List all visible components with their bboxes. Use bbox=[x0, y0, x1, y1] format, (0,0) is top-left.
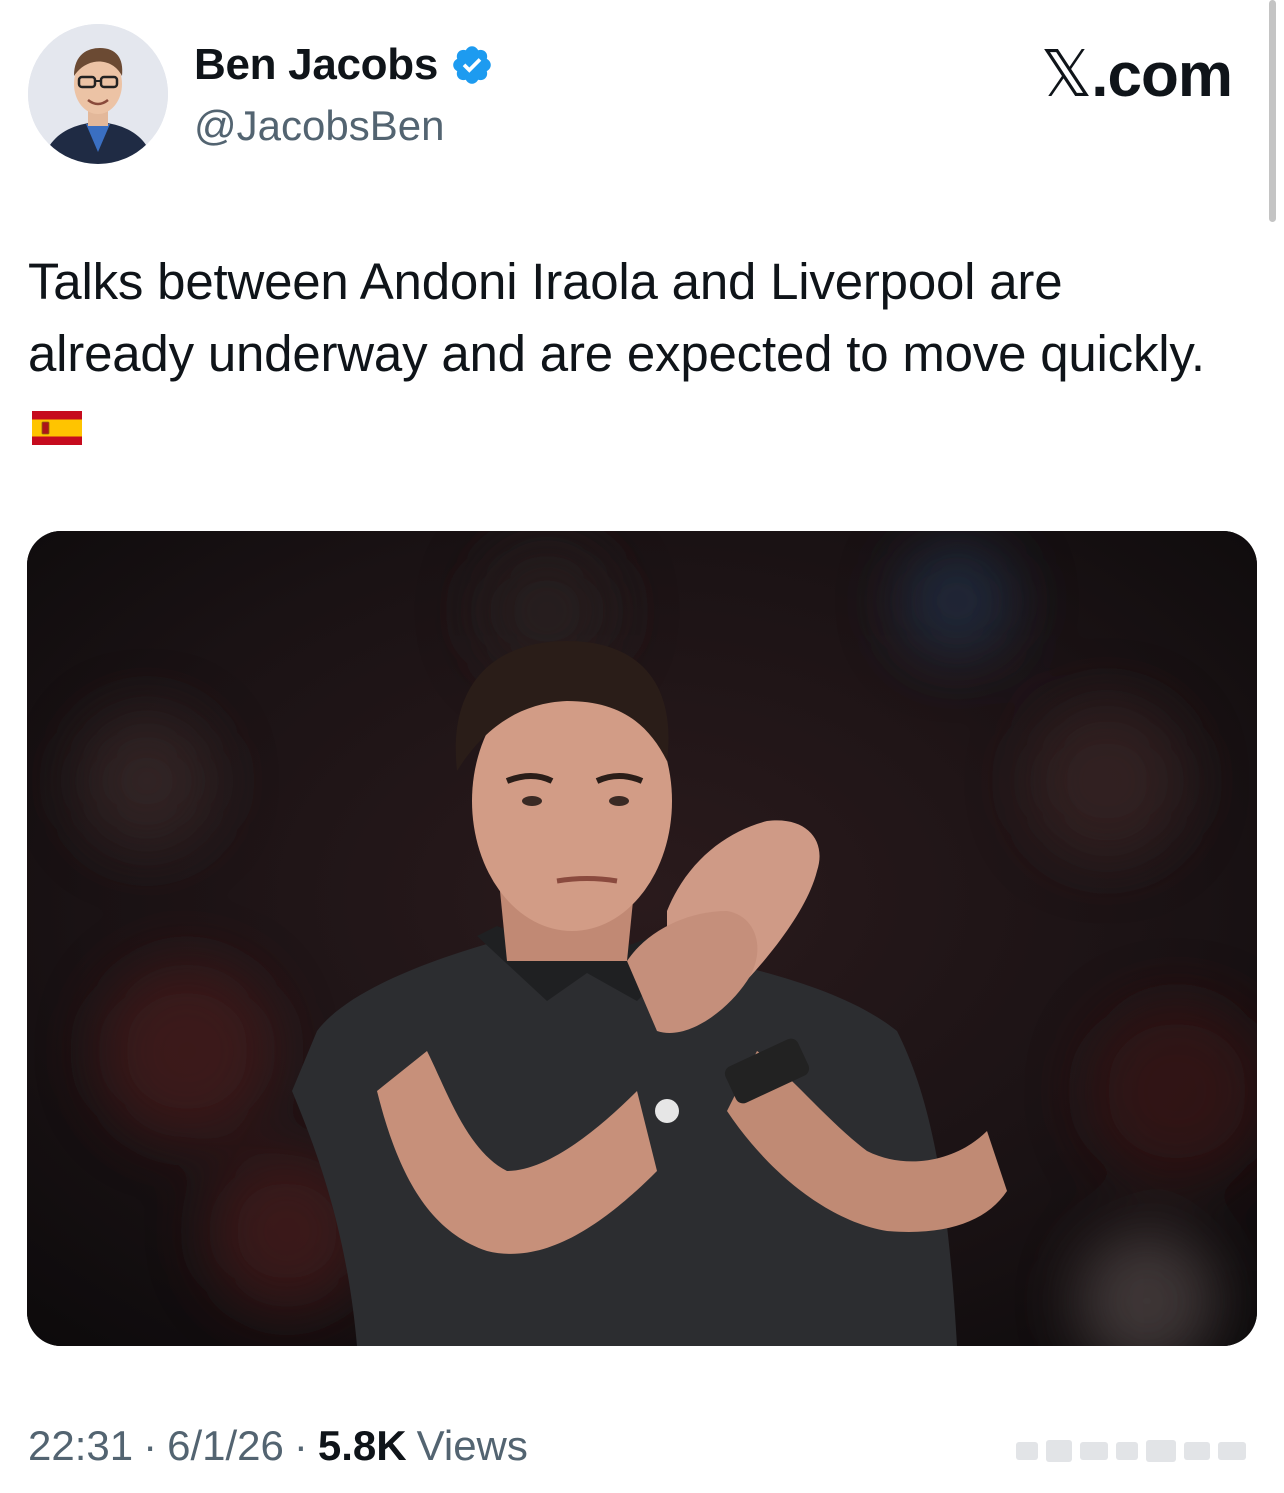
tweet-time[interactable]: 22:31 bbox=[28, 1418, 133, 1474]
views-count: 5.8K bbox=[317, 1422, 407, 1469]
watermark-smudge bbox=[1006, 1432, 1256, 1468]
meta-separator: · bbox=[293, 1422, 308, 1469]
x-com-brand: 𝕏 .com bbox=[1040, 38, 1233, 112]
verified-badge-icon bbox=[453, 46, 491, 84]
spain-flag-icon bbox=[32, 411, 82, 445]
x-logo-icon: 𝕏 bbox=[1040, 38, 1093, 112]
tweet-date[interactable]: 6/1/26 bbox=[167, 1418, 284, 1474]
views-label: Views bbox=[416, 1422, 528, 1469]
avatar[interactable] bbox=[28, 24, 168, 164]
tweet-text: Talks between Andoni Iraola and Liverpoo… bbox=[28, 246, 1228, 462]
photo-manager-applauding bbox=[27, 531, 1257, 1346]
scrollbar[interactable] bbox=[1269, 0, 1276, 222]
meta-separator: · bbox=[143, 1422, 158, 1469]
brand-label: .com bbox=[1091, 41, 1233, 110]
watermark-icon bbox=[1016, 1440, 1246, 1462]
author-handle[interactable]: @JacobsBen bbox=[194, 101, 444, 151]
tweet-media[interactable] bbox=[27, 531, 1257, 1346]
profile-photo bbox=[28, 24, 168, 164]
tweet-body: Talks between Andoni Iraola and Liverpoo… bbox=[28, 253, 1205, 382]
tweet-meta: 22:31 · 6/1/26 · 5.8K Views bbox=[28, 1418, 528, 1474]
author-name-row[interactable]: Ben Jacobs bbox=[194, 38, 494, 92]
display-name[interactable]: Ben Jacobs bbox=[194, 38, 438, 92]
